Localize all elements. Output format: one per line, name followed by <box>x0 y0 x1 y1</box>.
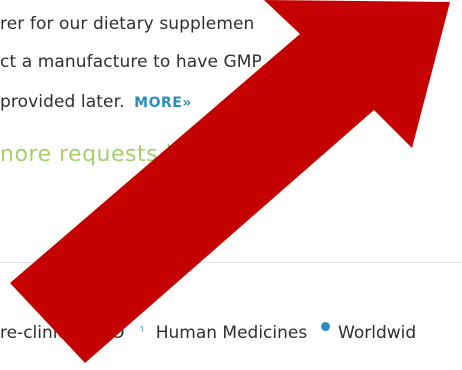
red-arrow-icon <box>10 0 450 363</box>
arrow-overlay <box>10 0 450 363</box>
page: rer for our dietary supplemen ct a manuf… <box>0 0 462 370</box>
